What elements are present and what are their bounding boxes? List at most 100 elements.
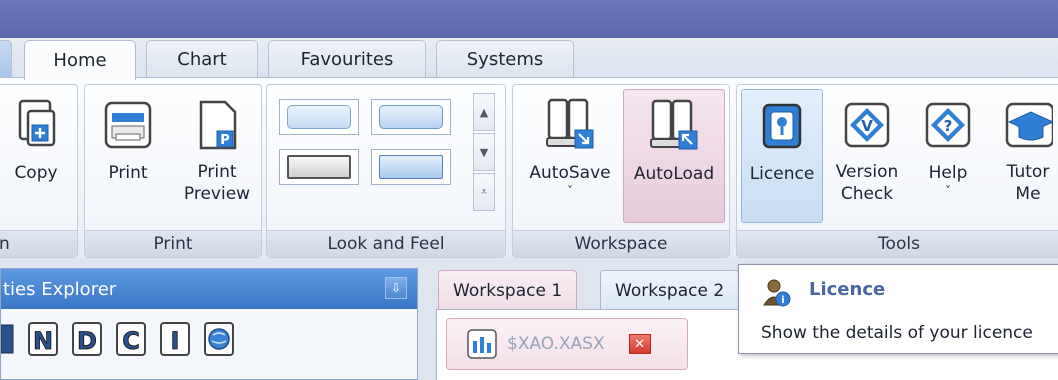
autosave-label: AutoSave <box>529 163 611 183</box>
grid-icon <box>1 324 14 354</box>
help-dropdown-icon[interactable]: ˅ <box>945 185 951 197</box>
autoload-icon <box>647 96 701 156</box>
style-option-3[interactable] <box>279 149 359 185</box>
group-tools-label: Tools <box>737 230 1058 257</box>
tutor-me-button[interactable]: Tutor Me <box>993 89 1058 205</box>
graduation-cap-icon <box>1001 95 1055 155</box>
version-check-icon: V <box>840 95 894 155</box>
group-look-label: Look and Feel <box>267 230 505 257</box>
explorer-toolbar: N D C I <box>1 321 235 357</box>
pin-icon: ⇩ <box>390 281 402 295</box>
print-preview-icon: P <box>190 95 244 155</box>
group-clipboard: Copy n <box>0 84 78 258</box>
explorer-c-button[interactable]: C <box>115 321 147 357</box>
tab-favourites[interactable]: Favourites <box>268 40 426 78</box>
svg-text:I: I <box>171 327 180 355</box>
tooltip-description: Show the details of your licence <box>761 323 1033 343</box>
chart-document-tab[interactable]: $XAO.XASX ✕ <box>446 318 688 370</box>
securities-explorer-panel: ties Explorer ⇩ N D C I <box>0 268 418 380</box>
chart-document-tab-label: $XAO.XASX <box>507 334 605 354</box>
svg-text:C: C <box>122 327 140 355</box>
autoload-button[interactable]: AutoLoad <box>623 89 725 223</box>
expand-gallery-icon: ⩡ <box>480 185 488 198</box>
copy-icon <box>9 95 63 155</box>
tab-favourites-label: Favourites <box>300 49 394 70</box>
print-label: Print <box>108 163 148 183</box>
help-icon: ? <box>921 95 975 155</box>
tab-workspace-2-label: Workspace 2 <box>615 280 725 301</box>
application-menu-tab[interactable] <box>0 40 12 78</box>
tab-systems[interactable]: Systems <box>436 40 574 78</box>
tab-workspace-1[interactable]: Workspace 1 <box>438 270 578 310</box>
style-option-4[interactable] <box>371 149 451 185</box>
tooltip-title: Licence <box>809 279 886 300</box>
style-option-1[interactable] <box>279 99 359 135</box>
tab-chart[interactable]: Chart <box>146 40 258 78</box>
version-check-label: Version Check <box>835 162 899 204</box>
i-letter-icon: I <box>160 322 190 356</box>
licence-button[interactable]: Licence <box>741 89 823 223</box>
group-workspace: AutoSave ˅ AutoLoad Workspace <box>512 84 730 258</box>
title-bar <box>0 0 1058 38</box>
tutor-me-label: Tutor Me <box>1006 162 1050 204</box>
licence-tooltip: i Licence Show the details of your licen… <box>738 264 1058 354</box>
svg-text:i: i <box>781 295 784 306</box>
explorer-globe-button[interactable] <box>203 321 235 357</box>
autosave-icon <box>543 95 597 155</box>
style-option-2[interactable] <box>371 99 451 135</box>
chevron-up-icon: ▲ <box>479 105 489 119</box>
tab-home-label: Home <box>53 50 107 71</box>
d-letter-icon: D <box>72 322 102 356</box>
autosave-button[interactable]: AutoSave ˅ <box>519 89 621 197</box>
print-button[interactable]: Print <box>93 89 163 185</box>
group-print-label: Print <box>85 230 261 257</box>
group-tools: Licence V Version Check ? Help ˅ Tutor M… <box>736 84 1058 258</box>
version-check-button[interactable]: V Version Check <box>827 89 907 205</box>
gallery-expand-button[interactable]: ⩡ <box>473 173 495 211</box>
gallery-scroll-down-button[interactable]: ▼ <box>473 133 495 171</box>
group-print: Print P Print Preview Print <box>84 84 262 258</box>
svg-text:D: D <box>77 327 97 355</box>
explorer-grid-button[interactable] <box>1 321 15 357</box>
autosave-dropdown-icon[interactable]: ˅ <box>567 185 573 197</box>
ribbon-home: Copy n Print P Print Preview Print ▲ ▼ ⩡… <box>0 77 1058 258</box>
print-preview-label: Print Preview <box>183 162 251 204</box>
globe-icon <box>204 322 234 356</box>
chart-icon <box>467 329 497 359</box>
tab-chart-label: Chart <box>177 49 227 70</box>
svg-text:?: ? <box>944 117 953 135</box>
explorer-n-button[interactable]: N <box>27 321 59 357</box>
printer-icon <box>101 95 155 155</box>
licence-label: Licence <box>749 164 815 184</box>
copy-label: Copy <box>14 163 58 183</box>
pin-panel-button[interactable]: ⇩ <box>385 277 407 299</box>
securities-explorer-title: ties Explorer <box>3 278 117 300</box>
svg-text:N: N <box>33 327 53 355</box>
group-look-and-feel: ▲ ▼ ⩡ Look and Feel <box>266 84 506 258</box>
tab-workspace-2[interactable]: Workspace 2 <box>600 270 740 310</box>
close-icon: ✕ <box>634 336 646 352</box>
securities-explorer-header: ties Explorer ⇩ <box>1 269 417 309</box>
group-clipboard-label: n <box>0 230 77 257</box>
help-button[interactable]: ? Help ˅ <box>913 89 983 197</box>
chevron-down-icon: ▼ <box>479 145 489 159</box>
copy-button[interactable]: Copy <box>1 89 71 185</box>
licence-icon <box>755 96 809 156</box>
ribbon-tab-strip: Home Chart Favourites Systems <box>0 38 1058 80</box>
group-workspace-label: Workspace <box>513 230 729 257</box>
tab-systems-label: Systems <box>466 49 544 70</box>
n-letter-icon: N <box>28 322 58 356</box>
tab-home[interactable]: Home <box>24 40 136 80</box>
c-letter-icon: C <box>116 322 146 356</box>
autoload-label: AutoLoad <box>633 164 715 184</box>
svg-text:V: V <box>861 117 873 135</box>
print-preview-button[interactable]: P Print Preview <box>177 89 257 205</box>
close-chart-tab-button[interactable]: ✕ <box>628 334 651 354</box>
gallery-scroll-up-button[interactable]: ▲ <box>473 93 495 131</box>
user-info-icon: i <box>763 279 791 307</box>
explorer-d-button[interactable]: D <box>71 321 103 357</box>
svg-text:P: P <box>220 133 230 148</box>
help-label: Help <box>928 163 968 183</box>
explorer-i-button[interactable]: I <box>159 321 191 357</box>
tab-workspace-1-label: Workspace 1 <box>453 280 563 301</box>
